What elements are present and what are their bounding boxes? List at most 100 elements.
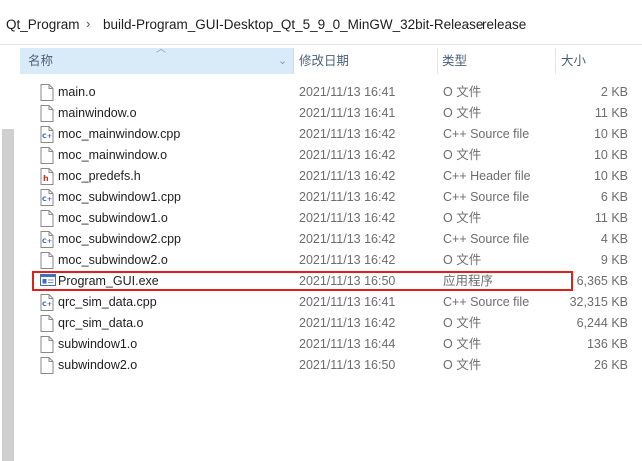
file-size: 6 KB [600,190,628,204]
file-row[interactable]: h moc_predefs.h 2021/11/13 16:42 C++ Hea… [20,166,642,187]
column-header-size[interactable]: 大小 [556,48,642,74]
svg-text:C+: C+ [42,195,52,203]
cpp-file-icon: C+ [40,126,54,143]
file-date: 2021/11/13 16:42 [299,211,396,225]
file-name: moc_predefs.h [58,169,141,183]
file-name: subwindow1.o [58,337,138,351]
svg-text:C+: C+ [42,300,52,308]
file-type: O 文件 [443,106,482,120]
file-date: 2021/11/13 16:42 [299,232,396,246]
file-date: 2021/11/13 16:42 [299,127,396,141]
file-name: moc_subwindow2.cpp [58,232,181,246]
cpp-file-icon: C+ [40,231,54,248]
file-type: C++ Header file [443,169,531,183]
svg-text:C+: C+ [42,237,52,245]
file-size: 6,365 KB [576,274,628,288]
file-row[interactable]: mainwindow.o 2021/11/13 16:41 O 文件 11 KB [20,103,642,124]
svg-text:h: h [43,174,49,183]
file-name: moc_mainwindow.cpp [58,127,181,141]
breadcrumb-item-qt-program[interactable]: Qt_Program [6,17,80,32]
navigation-pane-edge [0,45,16,461]
file-date: 2021/11/13 16:42 [299,169,396,183]
file-date: 2021/11/13 16:42 [299,316,396,330]
file-size: 11 KB [594,106,628,120]
file-name: main.o [58,85,96,99]
file-name: moc_mainwindow.o [58,148,168,162]
generic-file-icon [40,210,54,227]
chevron-down-icon[interactable]: ⌄ [278,48,287,74]
file-date: 2021/11/13 16:41 [299,295,396,309]
file-type: O 文件 [443,316,482,330]
file-type: O 文件 [443,253,482,267]
file-row[interactable]: main.o 2021/11/13 16:41 O 文件 2 KB [20,82,642,103]
generic-file-icon [40,252,54,269]
file-date: 2021/11/13 16:42 [299,253,396,267]
file-name: moc_subwindow2.o [58,253,168,267]
file-date: 2021/11/13 16:41 [299,85,396,99]
file-row[interactable]: moc_mainwindow.o 2021/11/13 16:42 O 文件 1… [20,145,642,166]
file-size: 10 KB [593,127,628,141]
column-header-date[interactable]: 修改日期 [294,48,438,74]
file-type: C++ Source file [443,190,530,204]
file-size: 10 KB [593,169,628,183]
file-type: O 文件 [443,148,482,162]
column-header-name[interactable]: ︿ 名称 ⌄ [20,44,294,74]
scrollbar[interactable] [2,129,14,461]
cpp-file-icon: C+ [40,294,54,311]
breadcrumb-item-build-folder[interactable]: build-Program_GUI-Desktop_Qt_5_9_0_MinGW… [103,17,483,32]
file-date: 2021/11/13 16:42 [299,148,396,162]
file-type: O 文件 [443,211,482,225]
generic-file-icon [40,315,54,332]
file-row[interactable]: qrc_sim_data.o 2021/11/13 16:42 O 文件 6,2… [20,313,642,334]
file-type: O 文件 [443,358,482,372]
file-type: O 文件 [443,85,482,99]
file-name: moc_subwindow1.o [58,211,168,225]
column-header-name-label: 名称 [28,54,54,68]
file-name: mainwindow.o [58,106,137,120]
file-type: C++ Source file [443,127,530,141]
file-row[interactable]: C+ qrc_sim_data.cpp 2021/11/13 16:41 C++… [20,292,642,313]
generic-file-icon [40,147,54,164]
file-size: 9 KB [600,253,628,267]
file-size: 10 KB [593,148,628,162]
chevron-right-icon[interactable]: › [86,16,90,31]
file-name: qrc_sim_data.o [58,316,144,330]
file-row[interactable]: C+ moc_mainwindow.cpp 2021/11/13 16:42 C… [20,124,642,145]
header-file-icon: h [40,168,54,185]
column-header-row: ︿ 名称 ⌄ 修改日期 类型 大小 [20,44,642,74]
breadcrumb-bar: Qt_Program › build-Program_GUI-Desktop_Q… [0,0,642,45]
file-size: 6,244 KB [576,316,628,330]
file-size: 11 KB [594,211,628,225]
file-date: 2021/11/13 16:44 [299,337,396,351]
file-size: 26 KB [593,358,628,372]
file-name: qrc_sim_data.cpp [58,295,157,309]
svg-text:C+: C+ [42,132,52,140]
file-type: C++ Source file [443,295,530,309]
highlight-annotation [32,271,573,291]
generic-file-icon [40,357,54,374]
file-row[interactable]: C+ moc_subwindow1.cpp 2021/11/13 16:42 C… [20,187,642,208]
generic-file-icon [40,84,54,101]
file-type: C++ Source file [443,232,530,246]
column-header-type[interactable]: 类型 [438,48,556,74]
file-row[interactable]: subwindow2.o 2021/11/13 16:50 O 文件 26 KB [20,355,642,376]
column-header-date-label: 修改日期 [299,54,350,68]
generic-file-icon [40,105,54,122]
file-size: 32,315 KB [569,295,628,309]
file-date: 2021/11/13 16:50 [299,358,396,372]
file-size: 4 KB [600,232,628,246]
column-header-type-label: 类型 [442,54,468,68]
file-type: O 文件 [443,337,482,351]
file-size: 136 KB [586,337,628,351]
breadcrumb-item-release[interactable]: release [482,17,526,32]
file-row[interactable]: subwindow1.o 2021/11/13 16:44 O 文件 136 K… [20,334,642,355]
sort-ascending-icon: ︿ [156,44,166,55]
column-header-size-label: 大小 [561,54,587,68]
file-row[interactable]: moc_subwindow2.o 2021/11/13 16:42 O 文件 9… [20,250,642,271]
file-row[interactable]: moc_subwindow1.o 2021/11/13 16:42 O 文件 1… [20,208,642,229]
chevron-right-icon[interactable]: › [465,16,469,31]
file-size: 2 KB [600,85,628,99]
file-row[interactable]: C+ moc_subwindow2.cpp 2021/11/13 16:42 C… [20,229,642,250]
file-date: 2021/11/13 16:42 [299,190,396,204]
file-date: 2021/11/13 16:41 [299,106,396,120]
